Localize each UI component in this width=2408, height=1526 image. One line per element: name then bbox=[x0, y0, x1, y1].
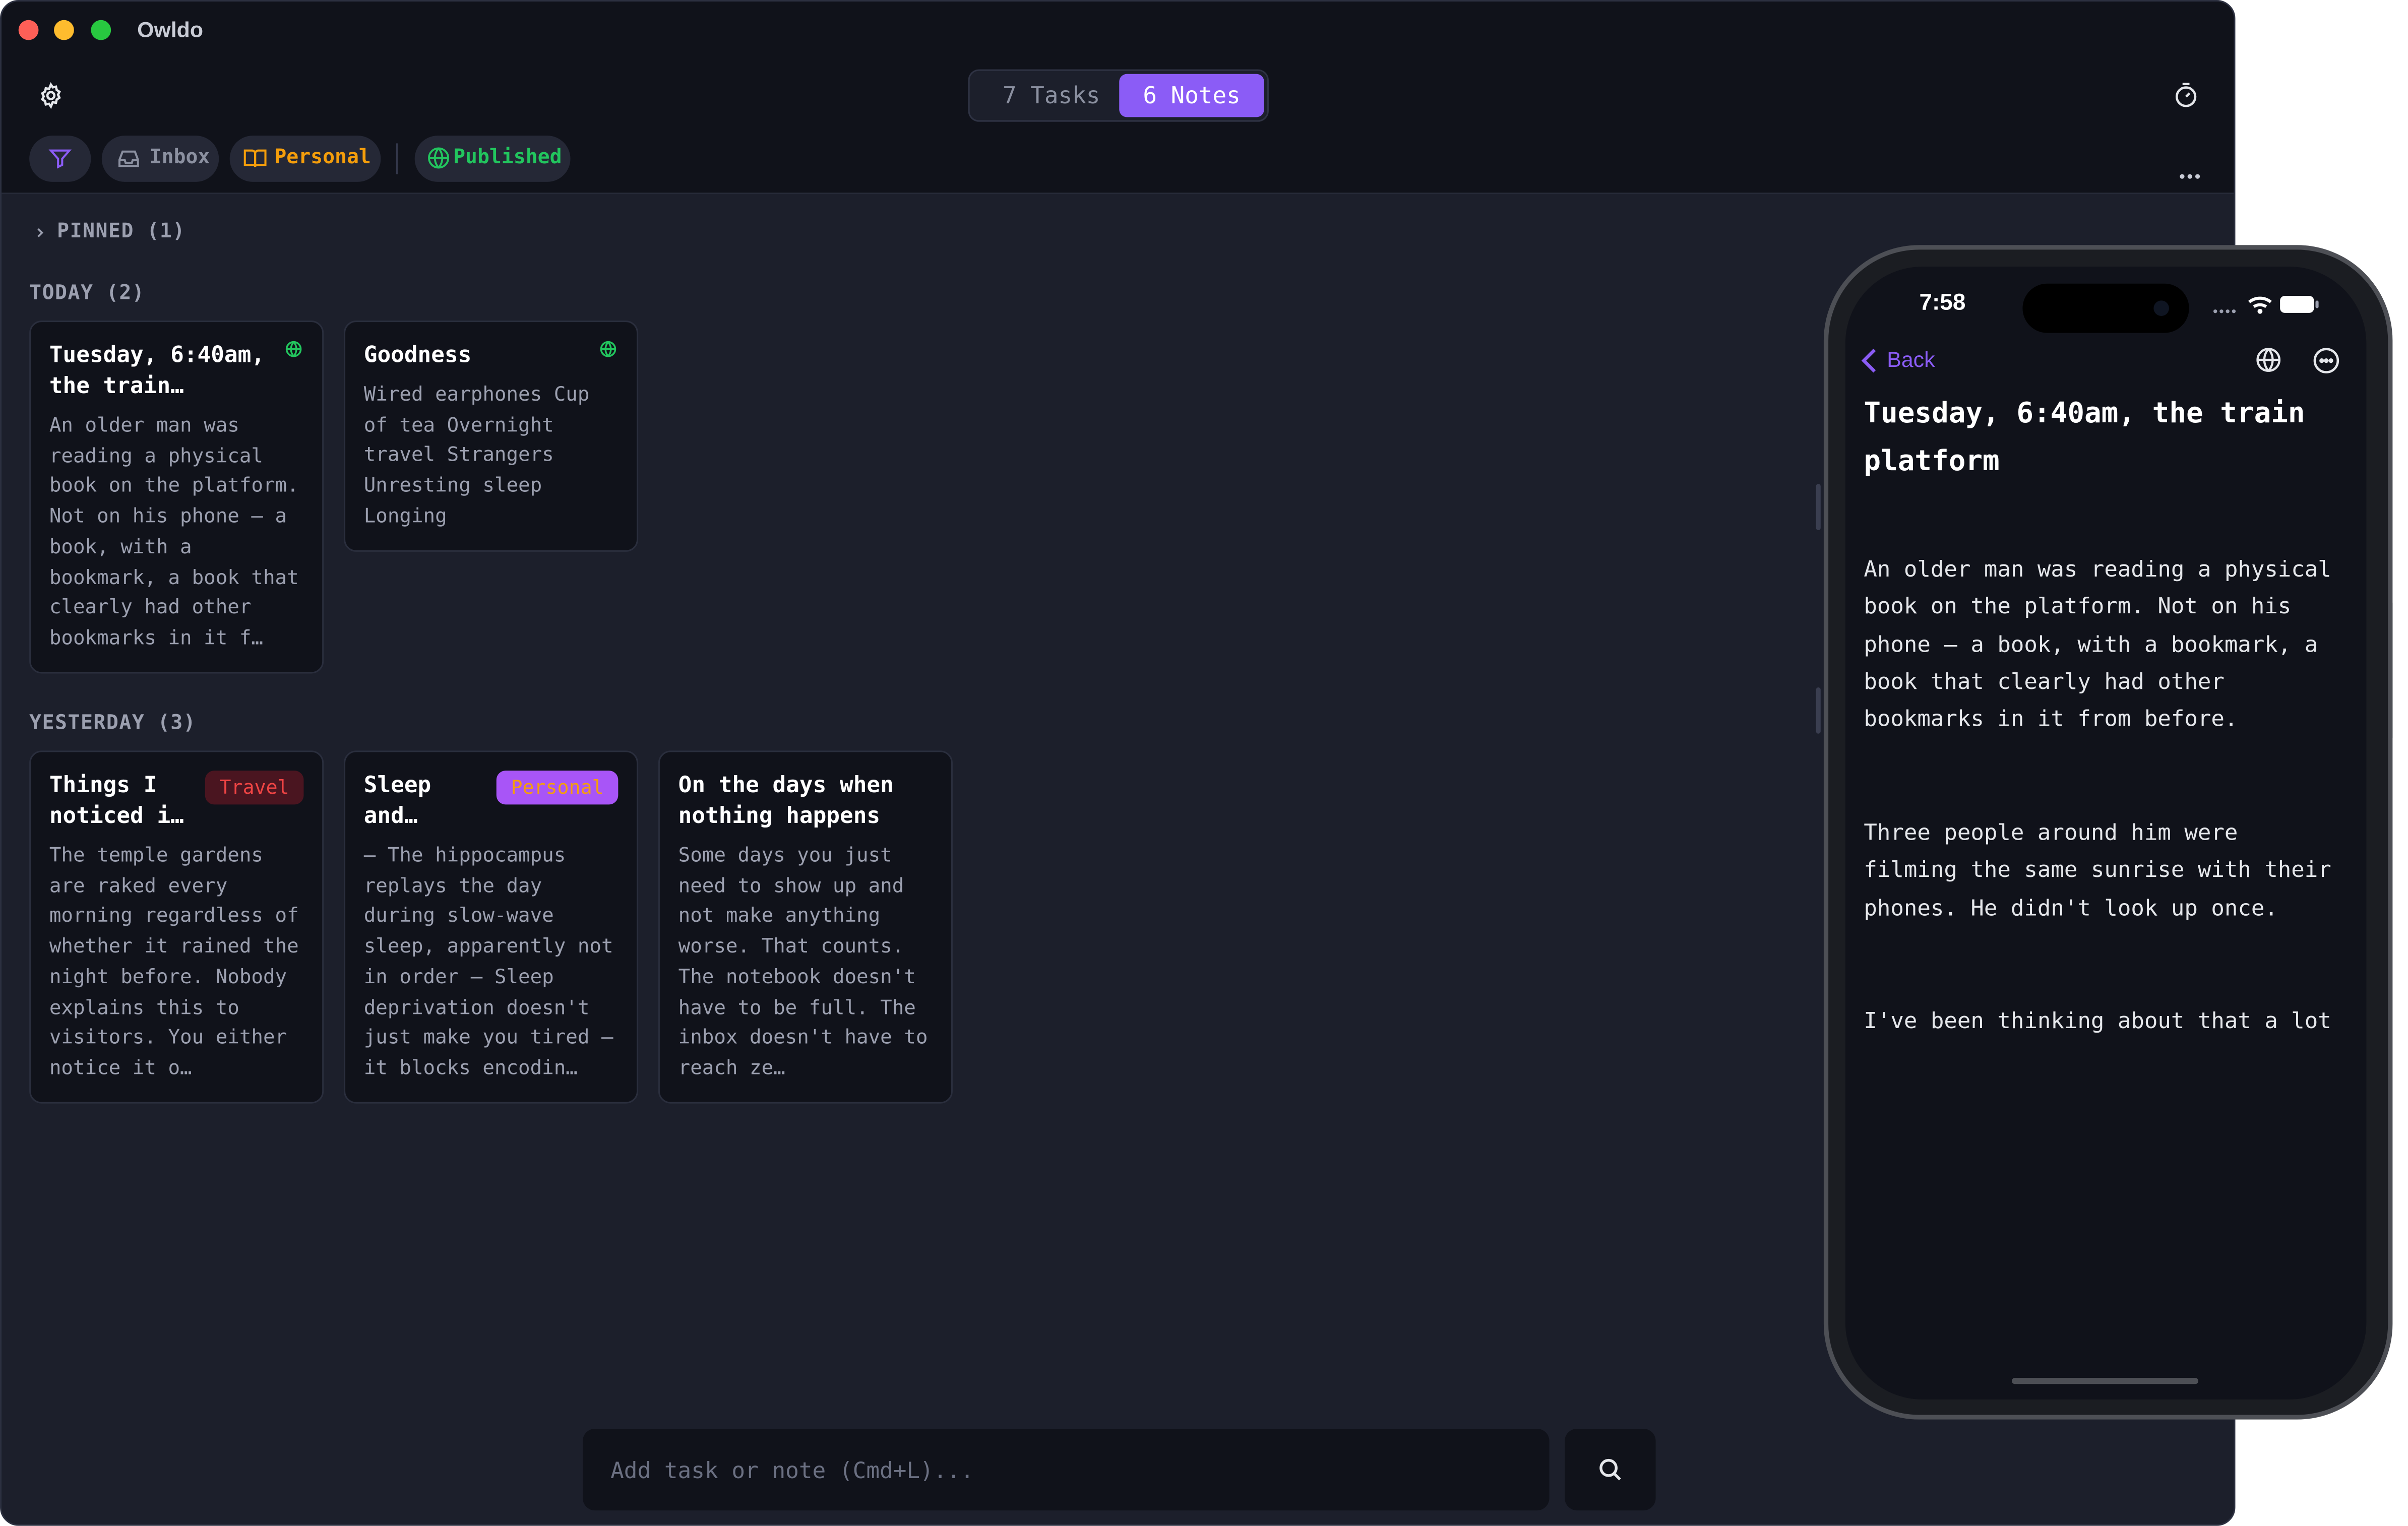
note-title-line1: Goodness bbox=[363, 343, 472, 368]
book-icon bbox=[243, 149, 267, 167]
note-title-line2: noticed i… bbox=[49, 804, 184, 830]
note-preview: The temple gardens are raked every morni… bbox=[49, 844, 299, 1080]
globe-icon[interactable] bbox=[2255, 347, 2281, 373]
note-title-line1: Tuesday, 6:40am, bbox=[49, 343, 265, 368]
note-card[interactable]: Goodness Wired earphones Cup of tea Over… bbox=[343, 321, 639, 552]
note-paragraph: I've been thinking about that a lot bbox=[1864, 1009, 2331, 1035]
zoom-window-button[interactable] bbox=[91, 20, 111, 40]
filter-icon bbox=[48, 149, 72, 169]
note-title-line2: nothing happens bbox=[678, 804, 881, 830]
note-card[interactable]: Tuesday, 6:40am, the train… An older man… bbox=[29, 321, 324, 674]
inbox-icon bbox=[118, 150, 139, 167]
chevron-right-icon bbox=[37, 228, 44, 237]
published-globe-icon bbox=[600, 341, 616, 357]
inbox-filter-chip[interactable]: Inbox bbox=[101, 136, 219, 182]
home-indicator bbox=[2012, 1378, 2199, 1384]
note-preview: — The hippocampus replays the day during… bbox=[363, 844, 613, 1080]
more-options-icon[interactable] bbox=[2180, 156, 2203, 185]
filter-button[interactable] bbox=[29, 136, 91, 182]
personal-tag-badge: Personal bbox=[496, 771, 619, 805]
note-paragraph: An older man was reading a physical book… bbox=[1864, 558, 2331, 733]
yesterday-section-header: YESTERDAY (3) bbox=[29, 712, 197, 735]
phone-screen: 7:58 Back Tuesday, 6:40am, the train pla… bbox=[1845, 267, 2367, 1400]
personal-filter-chip[interactable]: Personal bbox=[229, 136, 381, 182]
note-card[interactable]: Things I noticed i… Travel The temple ga… bbox=[29, 750, 324, 1104]
note-title-line1: Sleep bbox=[363, 774, 431, 799]
back-label: Back bbox=[1887, 347, 1935, 372]
note-card[interactable]: Sleep and… Personal — The hippocampus re… bbox=[343, 750, 639, 1104]
note-paragraph: Three people around him were filming the… bbox=[1864, 821, 2331, 921]
scroll-indicator bbox=[1816, 687, 1821, 734]
travel-tag-badge: Travel bbox=[205, 771, 304, 805]
tasks-tab[interactable]: 7 Tasks bbox=[982, 71, 1121, 120]
dynamic-island bbox=[2022, 283, 2189, 333]
pinned-label: PINNED (1) bbox=[57, 220, 186, 244]
toolbar: Owldo 7 Tasks 6 Notes Inbox Personal Pub… bbox=[2, 2, 2234, 195]
chevron-left-icon bbox=[1861, 348, 1876, 373]
note-title-line2: platform bbox=[1864, 445, 2000, 478]
note-title-line1: Tuesday, 6:40am, the train bbox=[1864, 398, 2305, 430]
note-title-line2: and… bbox=[363, 804, 418, 830]
note-title: Tuesday, 6:40am, the train platform bbox=[1864, 390, 2360, 486]
note-card[interactable]: On the days when nothing happens Some da… bbox=[658, 750, 953, 1104]
globe-icon bbox=[428, 147, 450, 169]
add-bar bbox=[583, 1428, 1550, 1514]
published-chip-label: Published bbox=[453, 146, 562, 170]
gear-icon[interactable] bbox=[37, 82, 65, 109]
personal-chip-label: Personal bbox=[274, 146, 371, 170]
notes-tab[interactable]: 6 Notes bbox=[1119, 74, 1264, 117]
add-task-or-note-input[interactable] bbox=[607, 1428, 1523, 1514]
note-title-line1: Things I bbox=[49, 774, 157, 799]
note-title-line1: On the days when bbox=[678, 774, 894, 799]
search-icon bbox=[1599, 1458, 1621, 1481]
note-preview: An older man was reading a physical book… bbox=[49, 414, 299, 651]
phone-side-button bbox=[2388, 601, 2393, 740]
chip-divider bbox=[396, 143, 398, 174]
minimize-window-button[interactable] bbox=[54, 20, 74, 40]
today-section-header: TODAY (2) bbox=[29, 282, 145, 305]
app-title: Owldo bbox=[137, 17, 204, 42]
scroll-indicator bbox=[1816, 484, 1821, 531]
inbox-chip-label: Inbox bbox=[149, 146, 210, 170]
status-time: 7:58 bbox=[1919, 289, 1966, 316]
more-options-icon[interactable] bbox=[2312, 347, 2340, 374]
status-icons bbox=[2213, 296, 2319, 314]
timer-icon[interactable] bbox=[2172, 82, 2200, 109]
note-title-line2: the train… bbox=[49, 374, 184, 400]
view-switcher: 7 Tasks 6 Notes bbox=[968, 69, 1269, 122]
note-preview: Wired earphones Cup of tea Overnight tra… bbox=[363, 384, 590, 529]
published-filter-chip[interactable]: Published bbox=[414, 136, 571, 182]
close-window-button[interactable] bbox=[18, 20, 39, 40]
search-button[interactable] bbox=[1565, 1428, 1656, 1511]
published-globe-icon bbox=[285, 341, 302, 357]
note-preview: Some days you just need to show up and n… bbox=[678, 844, 928, 1080]
